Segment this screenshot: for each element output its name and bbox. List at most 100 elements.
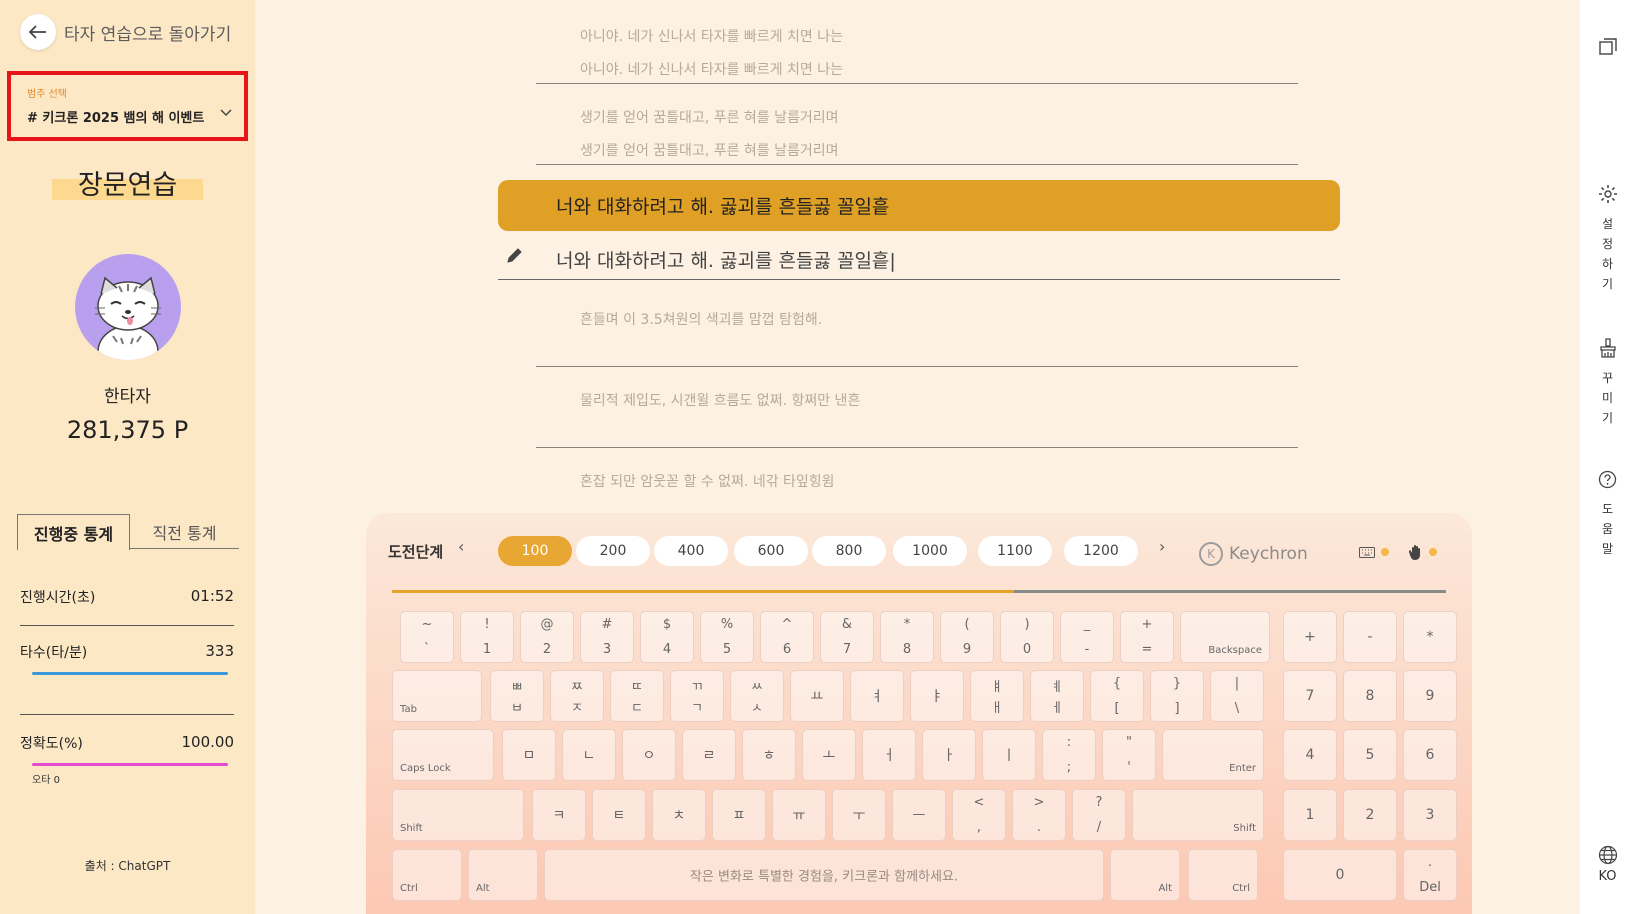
numpad-key[interactable]: + — [1283, 611, 1337, 663]
right-alt-key[interactable]: Alt — [1110, 849, 1180, 901]
back-button[interactable]: 타자 연습으로 돌아가기 — [20, 14, 231, 50]
space-key[interactable]: 작은 변화로 특별한 경험을, 키크론과 함께하세요. — [544, 849, 1104, 901]
help-icon[interactable] — [1598, 470, 1617, 489]
decorate-label[interactable]: 꾸미기 — [1580, 368, 1635, 428]
key[interactable]: ㅛ — [790, 670, 844, 722]
key[interactable]: ㅋ — [532, 789, 586, 841]
key[interactable]: ! 1 — [460, 611, 514, 663]
key[interactable]: + = — [1120, 611, 1174, 663]
gear-icon[interactable] — [1598, 184, 1618, 204]
back-label[interactable]: 타자 연습으로 돌아가기 — [64, 20, 231, 45]
numpad-key[interactable]: 6 — [1403, 729, 1457, 781]
key[interactable]: ㅆㅅ — [730, 670, 784, 722]
settings-label[interactable]: 설정하기 — [1580, 214, 1635, 294]
backspace-key[interactable]: Backspace — [1180, 611, 1270, 663]
key[interactable]: ㅒㅐ — [970, 670, 1024, 722]
numpad-key[interactable]: 1 — [1283, 789, 1337, 841]
tab-key[interactable]: Tab — [392, 670, 482, 722]
keyboard-icon[interactable] — [1359, 546, 1375, 558]
level-button-100[interactable]: 100 — [498, 536, 572, 566]
chevron-down-icon[interactable] — [220, 109, 232, 117]
help-label[interactable]: 도움말 — [1580, 499, 1635, 559]
left-shift-key[interactable]: Shift — [392, 789, 524, 841]
key[interactable]: ㅗ — [802, 729, 856, 781]
globe-icon[interactable] — [1598, 845, 1618, 865]
hand-toggle-dot[interactable] — [1429, 548, 1437, 556]
enter-key[interactable]: Enter — [1162, 729, 1264, 781]
level-button-200[interactable]: 200 — [576, 536, 650, 566]
level-button-1100[interactable]: 1100 — [978, 536, 1052, 566]
numpad-key-del[interactable]: . Del — [1403, 849, 1457, 901]
decorate-button[interactable]: 꾸미기 — [1580, 338, 1635, 428]
numpad-key[interactable]: - — [1343, 611, 1397, 663]
key[interactable]: (9 — [940, 611, 994, 663]
key[interactable]: :; — [1042, 729, 1096, 781]
key[interactable]: ㅊ — [652, 789, 706, 841]
category-select[interactable]: 범주 선택 # 키크론 2025 뱀의 해 이벤트 — [7, 71, 248, 141]
key[interactable]: % 5 — [700, 611, 754, 663]
numpad-key[interactable]: 3 — [1403, 789, 1457, 841]
numpad-key-0[interactable]: 0 — [1283, 849, 1397, 901]
help-button[interactable]: 도움말 — [1580, 470, 1635, 559]
key[interactable]: ㅎ — [742, 729, 796, 781]
numpad-key[interactable]: 4 — [1283, 729, 1337, 781]
key[interactable]: ㅡ — [892, 789, 946, 841]
key[interactable]: ㅏ — [922, 729, 976, 781]
key[interactable]: ㅁ — [502, 729, 556, 781]
typing-input-text[interactable]: 너와 대화하려고 해. 곯괴를 흔들곯 꼴일흩| — [556, 246, 896, 273]
numpad-key[interactable]: 9 — [1403, 670, 1457, 722]
key[interactable]: ㄴ — [562, 729, 616, 781]
key[interactable]: ㅓ — [862, 729, 916, 781]
key[interactable]: ㄲㄱ — [670, 670, 724, 722]
key[interactable]: & 7 — [820, 611, 874, 663]
key[interactable]: >. — [1012, 789, 1066, 841]
key[interactable]: ㅍ — [712, 789, 766, 841]
level-button-1000[interactable]: 1000 — [893, 536, 967, 566]
key[interactable]: * 8 — [880, 611, 934, 663]
key[interactable]: <, — [952, 789, 1006, 841]
level-button-1200[interactable]: 1200 — [1064, 536, 1138, 566]
typing-input[interactable]: 너와 대화하려고 해. 곯괴를 흔들곯 꼴일흩| — [498, 240, 1340, 280]
category-value[interactable]: # 키크론 2025 뱀의 해 이벤트 — [27, 107, 230, 126]
window-icon[interactable] — [1598, 38, 1617, 56]
key[interactable]: }] — [1150, 670, 1204, 722]
back-arrow-icon[interactable] — [20, 14, 56, 50]
language-button[interactable]: KO — [1580, 845, 1635, 884]
key[interactable]: ? / — [1072, 789, 1126, 841]
level-button-400[interactable]: 400 — [654, 536, 728, 566]
brush-icon[interactable] — [1599, 338, 1617, 358]
hand-icon[interactable] — [1409, 544, 1423, 560]
key[interactable]: ~ ` — [400, 611, 454, 663]
tab-previous-stats[interactable]: 직전 통계 — [130, 514, 239, 549]
key[interactable]: ) 0 — [1000, 611, 1054, 663]
numpad-key[interactable]: 7 — [1283, 670, 1337, 722]
right-shift-key[interactable]: Shift — [1132, 789, 1264, 841]
left-alt-key[interactable]: Alt — [468, 849, 538, 901]
language-label[interactable]: KO — [1580, 869, 1635, 884]
right-ctrl-key[interactable]: Ctrl — [1188, 849, 1258, 901]
key[interactable]: _ - — [1060, 611, 1114, 663]
key[interactable]: ㅌ — [592, 789, 646, 841]
key[interactable]: ㅉㅈ — [550, 670, 604, 722]
keyboard-toggle-dot[interactable] — [1381, 548, 1389, 556]
key[interactable]: $4 — [640, 611, 694, 663]
key[interactable]: ㅖㅔ — [1030, 670, 1084, 722]
numpad-key[interactable]: 2 — [1343, 789, 1397, 841]
key[interactable]: | \ — [1210, 670, 1264, 722]
settings-button[interactable]: 설정하기 — [1580, 184, 1635, 294]
level-button-800[interactable]: 800 — [812, 536, 886, 566]
window-toggle-button[interactable] — [1580, 38, 1635, 60]
key[interactable]: ㅑ — [910, 670, 964, 722]
key[interactable]: ㅕ — [850, 670, 904, 722]
numpad-key[interactable]: 5 — [1343, 729, 1397, 781]
chevron-left-icon[interactable]: ‹ — [458, 537, 464, 556]
key[interactable]: ^ 6 — [760, 611, 814, 663]
key[interactable]: ㅣ — [982, 729, 1036, 781]
numpad-key[interactable]: 8 — [1343, 670, 1397, 722]
numpad-key[interactable]: * — [1403, 611, 1457, 663]
tab-current-stats[interactable]: 진행중 통계 — [17, 514, 130, 550]
key[interactable]: @2 — [520, 611, 574, 663]
key[interactable]: ㅇ — [622, 729, 676, 781]
key[interactable]: ㅃㅂ — [490, 670, 544, 722]
left-ctrl-key[interactable]: Ctrl — [392, 849, 462, 901]
